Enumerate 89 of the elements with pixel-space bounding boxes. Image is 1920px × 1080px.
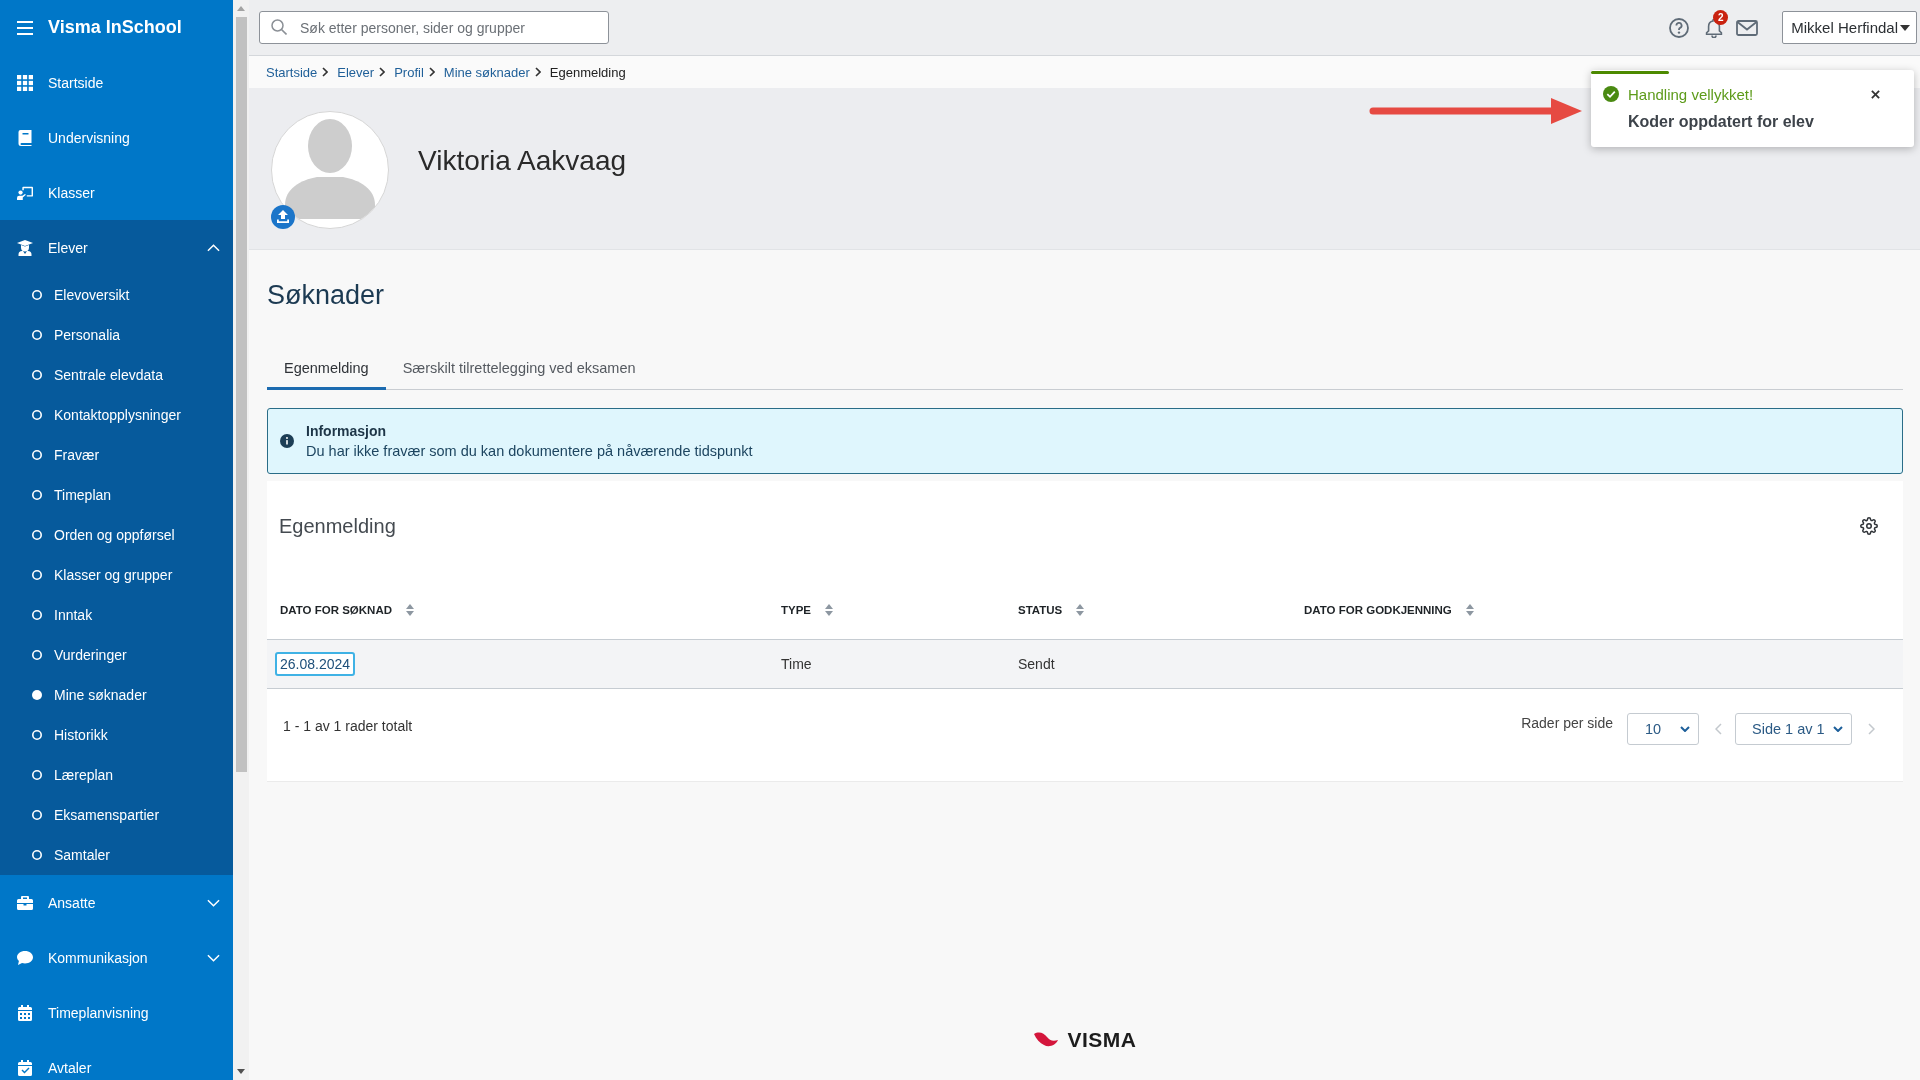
breadcrumb-current: Egenmelding: [549, 64, 626, 80]
nav-subitem[interactable]: Fravær: [0, 435, 233, 475]
chevron-down-icon[interactable]: [207, 953, 220, 962]
nav-subitem[interactable]: Historikk: [0, 715, 233, 755]
toast-title: Handling vellykket!: [1628, 85, 1754, 103]
page-select[interactable]: Side 1 av 1: [1735, 713, 1852, 745]
column-header[interactable]: TYPE: [781, 603, 834, 616]
book-icon: [17, 129, 33, 146]
caret-down-icon: [1900, 24, 1910, 31]
column-header[interactable]: STATUS: [1018, 603, 1085, 616]
column-header[interactable]: DATO FOR GODKJENNING: [1304, 603, 1474, 616]
calendar-check-icon: [17, 1059, 33, 1076]
breadcrumb-link[interactable]: Profil: [394, 64, 424, 80]
scrollbar-thumb[interactable]: [235, 17, 247, 772]
check-circle-icon: [1603, 86, 1619, 102]
table-cell-text: Time: [780, 655, 813, 674]
logo: VISMA: [1067, 1028, 1137, 1052]
toast-message: Koder oppdatert for elev: [1628, 112, 1815, 132]
chevron-up-icon[interactable]: [207, 243, 220, 252]
nav-item[interactable]: Startside: [0, 55, 233, 110]
teacher-board-icon: [17, 184, 33, 201]
nav-subitem[interactable]: Sentrale elevdata: [0, 355, 233, 395]
sort-icon: [825, 603, 834, 616]
search-field[interactable]: Søk etter personer, sider og grupper: [259, 11, 609, 44]
search-icon: [271, 19, 287, 35]
chevron-down-icon: [1833, 726, 1843, 732]
table-title: Egenmelding: [279, 514, 396, 538]
nav-item[interactable]: Ansatte: [0, 875, 233, 930]
alert-title: Informasjon: [306, 422, 388, 441]
user-menu-button[interactable]: Mikkel Herfindal: [1782, 11, 1917, 44]
close-icon[interactable]: [1871, 89, 1880, 99]
profile-name: Viktoria Aakvaag: [418, 144, 627, 178]
table-link[interactable]: 26.08.2024: [275, 652, 356, 676]
chevron-right-icon: [379, 67, 386, 77]
chevron-right-icon: [322, 67, 329, 77]
info-icon: [280, 434, 294, 448]
scrollbar[interactable]: [233, 0, 249, 1080]
notification-count: 2: [1713, 9, 1729, 25]
page-title: Søknader: [267, 279, 385, 312]
tab[interactable]: Særskilt tilrettelegging ved eksamen: [385, 345, 653, 390]
sort-icon: [406, 603, 415, 616]
sort-icon: [1465, 603, 1474, 616]
nav-subitem[interactable]: Mine søknader: [0, 675, 233, 715]
chevron-down-icon[interactable]: [207, 898, 220, 907]
settings-icon[interactable]: [1860, 517, 1878, 535]
nav-subitem[interactable]: Klasser og grupper: [0, 555, 233, 595]
nav-item[interactable]: Klasser: [0, 165, 233, 220]
nav-item[interactable]: Avtaler: [0, 1040, 233, 1080]
nav-subitem[interactable]: Inntak: [0, 595, 233, 635]
chevron-right-icon: [534, 67, 541, 77]
column-header[interactable]: DATO FOR SØKNAD: [280, 603, 415, 616]
tab[interactable]: Egenmelding: [267, 345, 386, 390]
nav-subitem[interactable]: Læreplan: [0, 755, 233, 795]
nav-subitem[interactable]: Orden og oppførsel: [0, 515, 233, 555]
chevron-right-icon: [428, 67, 435, 77]
alert-message: Du har ikke fravær som du kan dokumentere på nåværende tidspunkt: [306, 442, 753, 461]
nav-subitem[interactable]: Timeplan: [0, 475, 233, 515]
nav-item[interactable]: Timeplanvisning: [0, 985, 233, 1040]
mail-icon[interactable]: [1736, 19, 1759, 36]
nav-subitem[interactable]: Personalia: [0, 315, 233, 355]
briefcase-icon: [17, 894, 33, 911]
rows-per-page-select[interactable]: 10: [1627, 713, 1699, 745]
help-icon[interactable]: [1669, 17, 1690, 38]
scroll-down-icon[interactable]: [237, 1069, 245, 1074]
nav-subitem[interactable]: Samtaler: [0, 835, 233, 875]
nav-item[interactable]: Elever: [0, 220, 233, 275]
calendar-icon: [17, 1004, 33, 1021]
swoosh-icon: [1033, 1031, 1060, 1049]
sort-icon: [1076, 603, 1085, 616]
person-silhouette-icon: [284, 119, 376, 219]
nav-subitem[interactable]: Vurderinger: [0, 635, 233, 675]
nav-item[interactable]: Kommunikasjon: [0, 930, 233, 985]
student-icon: [17, 239, 33, 256]
nav-item[interactable]: Undervisning: [0, 110, 233, 165]
nav-subitem[interactable]: Kontaktopplysninger: [0, 395, 233, 435]
breadcrumb-link[interactable]: Startside: [266, 64, 318, 80]
app-title: Visma InSchool: [48, 17, 182, 38]
menu-icon[interactable]: [17, 20, 33, 35]
nav-subitem[interactable]: Elevoversikt: [0, 275, 233, 315]
grid-icon: [17, 74, 33, 91]
table-cell-text: Sendt: [1017, 655, 1056, 674]
breadcrumb-link[interactable]: Mine søknader: [443, 64, 530, 80]
chat-bubble-icon: [17, 949, 33, 966]
row-count-summary: 1 - 1 av 1 rader totalt: [283, 718, 413, 734]
upload-icon[interactable]: [271, 205, 295, 229]
rows-per-page-label: Rader per side: [1521, 715, 1613, 731]
chevron-down-icon: [1680, 726, 1690, 732]
nav-subitem[interactable]: Eksamenspartier: [0, 795, 233, 835]
breadcrumb-link[interactable]: Elever: [337, 64, 375, 80]
